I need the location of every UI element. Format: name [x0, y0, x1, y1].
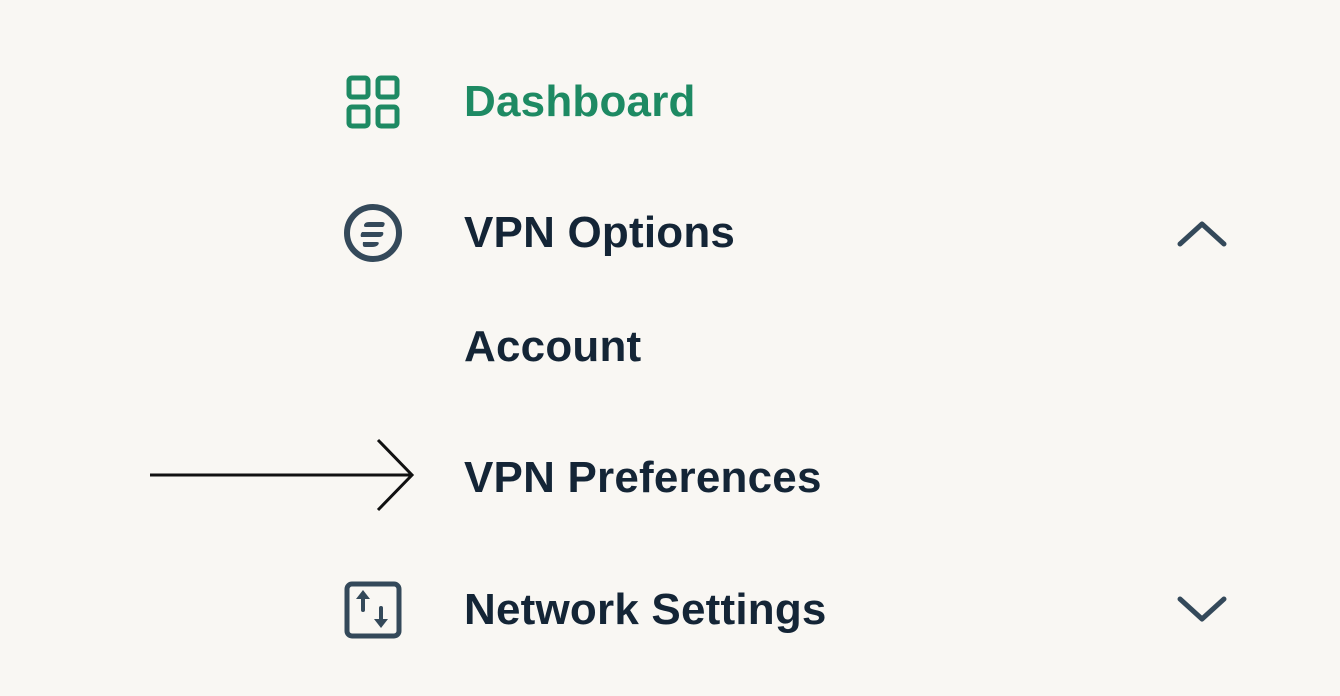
page: Dashboard VPN Options Account VPN Prefer…: [0, 0, 1340, 696]
nav-item-vpn-options[interactable]: VPN Options: [340, 196, 1240, 270]
sub-item-vpn-preferences[interactable]: VPN Preferences: [340, 442, 1240, 514]
sub-item-account-label: Account: [464, 322, 642, 371]
chevron-up-icon[interactable]: [1170, 213, 1234, 253]
nav-item-dashboard-label: Dashboard: [464, 77, 696, 126]
nav-item-dashboard[interactable]: Dashboard: [340, 66, 1240, 138]
nav-item-network-settings-label: Network Settings: [464, 585, 827, 634]
sidebar-nav: Dashboard VPN Options Account VPN Prefer…: [0, 0, 1340, 696]
chevron-down-icon[interactable]: [1170, 590, 1234, 630]
vpn-circle-icon: [340, 200, 406, 266]
nav-item-network-settings[interactable]: Network Settings: [340, 572, 1240, 648]
transfer-arrows-icon: [340, 577, 406, 643]
sub-item-account[interactable]: Account: [340, 312, 1240, 382]
grid-icon: [340, 69, 406, 135]
sub-item-vpn-preferences-label: VPN Preferences: [464, 453, 822, 502]
nav-item-vpn-options-label: VPN Options: [464, 208, 736, 257]
pointer-arrow-icon: [148, 436, 418, 514]
